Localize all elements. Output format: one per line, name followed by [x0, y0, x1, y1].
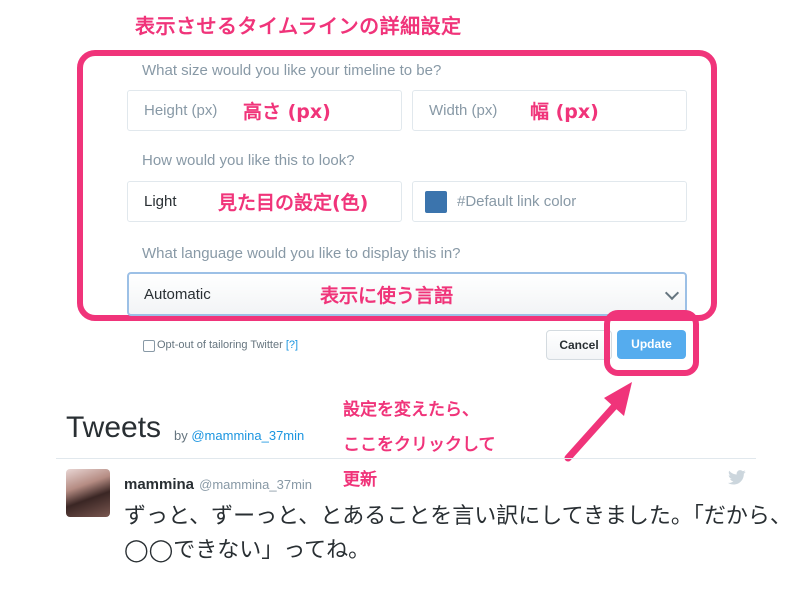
chevron-down-icon	[664, 285, 680, 301]
twitter-bird-icon[interactable]	[728, 470, 746, 485]
width-placeholder: Width (px)	[429, 102, 498, 119]
optout-row: Opt-out of tailoring Twitter [?]	[157, 339, 298, 351]
size-question: What size would you like your timeline t…	[142, 62, 442, 79]
height-placeholder: Height (px)	[144, 102, 218, 119]
timeline-by-prefix: by	[174, 428, 188, 443]
update-button[interactable]: Update	[617, 330, 686, 359]
annotation-height: 高さ (px)	[243, 101, 331, 123]
language-value: Automatic	[144, 286, 211, 303]
annotation-language: 表示に使う言語	[320, 285, 454, 307]
tweet-author[interactable]: mammina @mammina_37min	[124, 474, 312, 493]
tweet-author-handle: @mammina_37min	[199, 477, 313, 492]
annotation-update: 設定を変えたら、 ここをクリックして 更新	[343, 393, 496, 498]
language-question: What language would you like to display …	[142, 245, 461, 262]
annotation-title: 表示させるタイムラインの詳細設定	[135, 14, 462, 38]
avatar[interactable]	[66, 469, 110, 517]
timeline-byline: by @mammina_37min	[174, 428, 304, 443]
optout-checkbox[interactable]	[143, 340, 155, 352]
cancel-button[interactable]: Cancel	[546, 330, 612, 360]
link-color-swatch[interactable]	[425, 191, 447, 213]
arrow-annotation-icon	[564, 382, 632, 462]
timeline-heading: Tweets	[66, 411, 162, 444]
optout-label: Opt-out of tailoring Twitter	[157, 339, 283, 351]
look-question: How would you like this to look?	[142, 152, 355, 169]
annotation-look: 見た目の設定(色)	[218, 192, 369, 214]
tweet-author-name: mammina	[124, 476, 195, 493]
annotation-width: 幅 (px)	[530, 101, 599, 123]
annotation-update-line-3: 更新	[343, 470, 377, 490]
link-color-placeholder: #Default link color	[457, 193, 577, 210]
timeline-by-handle[interactable]: @mammina_37min	[191, 428, 304, 443]
timeline-divider	[56, 458, 756, 459]
tweet-text: ずっと、ずーっと、とあることを言い訳にしてきました。「だから、◯◯できない」って…	[124, 504, 792, 563]
annotation-update-line-1: 設定を変えたら、	[343, 400, 479, 420]
theme-value: Light	[144, 193, 177, 210]
link-color-input[interactable]: #Default link color	[412, 181, 687, 222]
optout-help-link[interactable]: [?]	[286, 339, 298, 351]
